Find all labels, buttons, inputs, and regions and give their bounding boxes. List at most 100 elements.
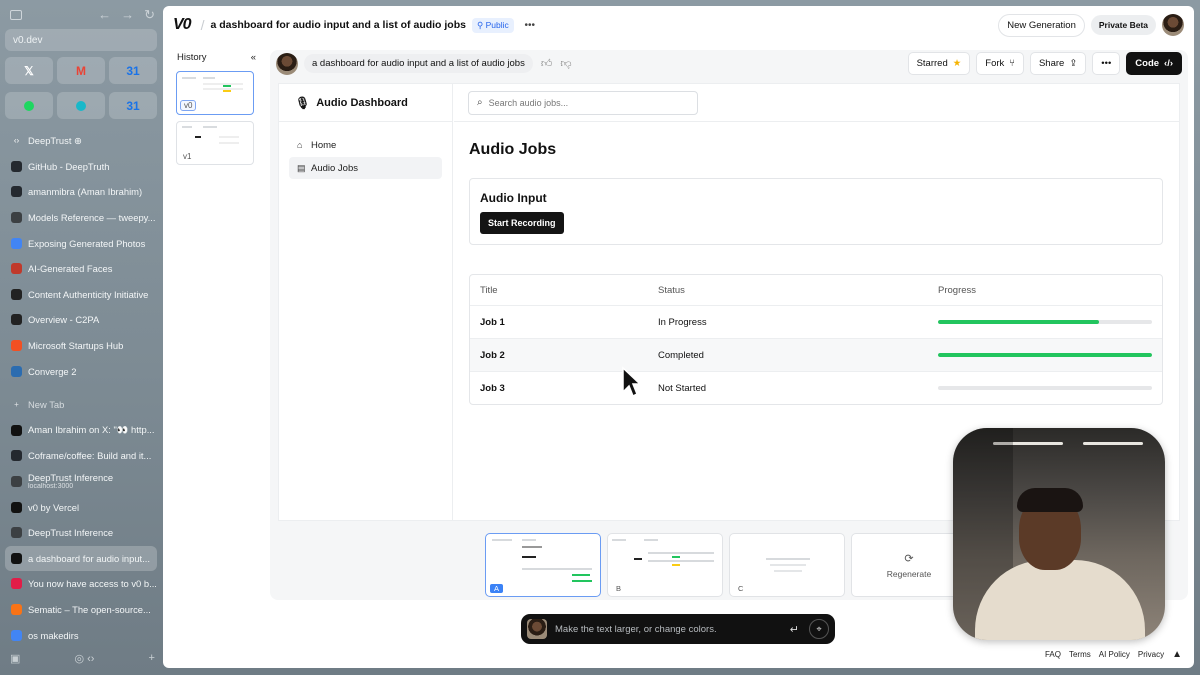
visibility-badge[interactable]: ⚲ Public — [471, 17, 514, 33]
browser-tab[interactable]: DeepTrust Inference localhost:3000 — [5, 469, 157, 495]
thumb-line — [770, 564, 806, 566]
browser-tab[interactable]: DeepTrust Inference — [5, 520, 157, 546]
variant-c[interactable]: C — [729, 533, 845, 597]
browser-tab[interactable]: Content Authenticity Initiative — [5, 282, 157, 308]
pointer-select-icon[interactable]: ⌖ — [809, 619, 829, 639]
regenerate-button[interactable]: ⟳ Regenerate — [851, 533, 967, 597]
sidebar-toggle-icon[interactable] — [10, 10, 22, 20]
browser-tab[interactable]: Exposing Generated Photos — [5, 230, 157, 256]
table-row[interactable]: Job 3 Not Started — [470, 371, 1162, 404]
collapse-icon[interactable]: « — [251, 52, 256, 63]
faq-link[interactable]: FAQ — [1045, 650, 1061, 659]
browser-tab[interactable]: AI-Generated Faces — [5, 256, 157, 282]
browser-tab[interactable]: Models Reference — tweepy... — [5, 205, 157, 231]
thumb-line — [672, 564, 680, 566]
job-progress — [928, 320, 1162, 324]
more-icon[interactable]: ••• — [522, 17, 538, 33]
mouse-cursor-icon — [622, 366, 641, 398]
nav-item-audio-jobs[interactable]: ▤ Audio Jobs — [289, 157, 442, 179]
browser-tab[interactable]: ‹› DeepTrust ⊕ — [5, 128, 157, 154]
starred-button[interactable]: Starred ★ — [907, 52, 971, 75]
browser-tab[interactable]: You now have access to v0 b... — [5, 571, 157, 597]
nav-item-label: Home — [311, 139, 337, 151]
pinned-tab[interactable] — [5, 92, 53, 119]
table-row[interactable]: Job 2 Completed — [470, 338, 1162, 371]
add-icon[interactable]: + — [149, 652, 155, 665]
ai-policy-link[interactable]: AI Policy — [1099, 650, 1130, 659]
reload-icon[interactable]: ↻ — [144, 7, 155, 23]
star-icon: ★ — [952, 58, 962, 69]
progress-bar — [938, 320, 1152, 324]
search-input[interactable]: ⌕ Search audio jobs... — [468, 90, 698, 115]
fork-button[interactable]: Fork ⑂ — [976, 52, 1024, 75]
table-row[interactable]: Job 1 In Progress — [470, 305, 1162, 338]
browser-tab[interactable]: Microsoft Startups Hub — [5, 333, 157, 359]
browser-tab[interactable]: Coframe/coffee: Build and it... — [5, 443, 157, 469]
chat-input[interactable]: Make the text larger, or change colors. … — [521, 614, 835, 644]
pinned-tab[interactable]: 31 — [109, 92, 157, 119]
pinned-tab[interactable]: 𝕏 — [5, 57, 53, 84]
browser-tab[interactable]: Aman Ibrahim on X: "👀 http... — [5, 418, 157, 444]
back-icon[interactable]: ← — [98, 7, 111, 23]
browser-tab[interactable]: a dashboard for audio input... — [5, 545, 157, 572]
browser-tab[interactable]: Overview - C2PA — [5, 307, 157, 333]
forward-icon[interactable]: → — [121, 7, 134, 23]
archive-icon[interactable]: ▣ — [10, 652, 20, 665]
history-version-v1[interactable]: v1 — [176, 121, 254, 165]
thumbs-up-icon[interactable]: 👍︎ — [541, 57, 553, 70]
thumb-line — [223, 85, 231, 87]
job-title: Job 1 — [480, 316, 505, 328]
page-title: Audio Jobs — [469, 141, 557, 158]
tab-list: ‹› DeepTrust ⊕ GitHub - DeepTruth amanmibra… — [5, 128, 157, 648]
browser-tab[interactable]: os makedirs — [5, 622, 157, 648]
thumbs-down-icon[interactable]: 👎︎ — [560, 57, 571, 70]
pinned-tab[interactable] — [57, 92, 105, 119]
divider: / — [200, 17, 205, 33]
share-button[interactable]: Share ⇪ — [1029, 52, 1087, 75]
code-label: Code — [1135, 58, 1160, 69]
variant-b[interactable]: B — [607, 533, 723, 597]
pinned-tab[interactable]: 31 — [109, 57, 157, 84]
thumb-line — [522, 546, 542, 548]
history-version-v0[interactable]: v0 — [176, 71, 254, 115]
variant-a[interactable]: A — [485, 533, 601, 597]
doc-icon — [11, 527, 22, 539]
new-generation-button[interactable]: New Generation — [998, 13, 1085, 37]
vercel-icon[interactable]: ▲ — [1172, 649, 1182, 660]
private-beta-badge: Private Beta — [1090, 15, 1156, 35]
version-label: v0 — [180, 100, 197, 111]
version-label: v1 — [183, 152, 192, 161]
terms-link[interactable]: Terms — [1069, 650, 1091, 659]
browser-tab[interactable]: GitHub - DeepTruth — [5, 154, 157, 180]
pinned-tab[interactable]: M — [57, 57, 105, 84]
thumb-line — [182, 77, 196, 79]
address-bar[interactable]: v0.dev — [5, 29, 157, 51]
spaces-icon[interactable]: ◎ ‹› — [74, 652, 94, 665]
browser-tab[interactable]: Converge 2 — [5, 358, 157, 384]
app-sidebar: 🎙︎ Audio Dashboard ⌂ Home ▤ Audio Jobs — [279, 84, 453, 520]
nav-item-home[interactable]: ⌂ Home — [289, 134, 442, 156]
tab-label: Exposing Generated Photos — [28, 237, 146, 249]
code-button[interactable]: Code ‹/› — [1126, 52, 1182, 75]
browser-tab[interactable]: amanmibra (Aman Ibrahim) — [5, 179, 157, 205]
v0-icon — [11, 501, 22, 513]
thumb-line — [522, 556, 536, 558]
browser-tab[interactable]: v0 by Vercel — [5, 494, 157, 520]
thumb-line — [648, 560, 714, 562]
user-avatar[interactable] — [1162, 14, 1184, 36]
thumb-line — [522, 568, 592, 570]
privacy-link[interactable]: Privacy — [1138, 650, 1164, 659]
github-icon — [11, 160, 22, 172]
enter-icon[interactable]: ↵ — [790, 623, 799, 636]
progress-bar — [938, 353, 1152, 357]
more-options-button[interactable]: ••• — [1092, 52, 1121, 75]
prompt-text[interactable]: a dashboard for audio input and a list o… — [304, 54, 533, 73]
code-icon: ‹› — [13, 136, 20, 146]
v0-logo[interactable]: V0 — [173, 16, 192, 34]
browser-tab[interactable]: Sematic – The open-source... — [5, 597, 157, 623]
project-title: a dashboard for audio input and a list o… — [210, 19, 466, 31]
start-recording-button[interactable]: Start Recording — [480, 212, 564, 234]
thumb-line — [774, 570, 802, 572]
tab-label: amanmibra (Aman Ibrahim) — [28, 186, 143, 198]
new-tab-button[interactable]: + New Tab — [5, 392, 157, 418]
